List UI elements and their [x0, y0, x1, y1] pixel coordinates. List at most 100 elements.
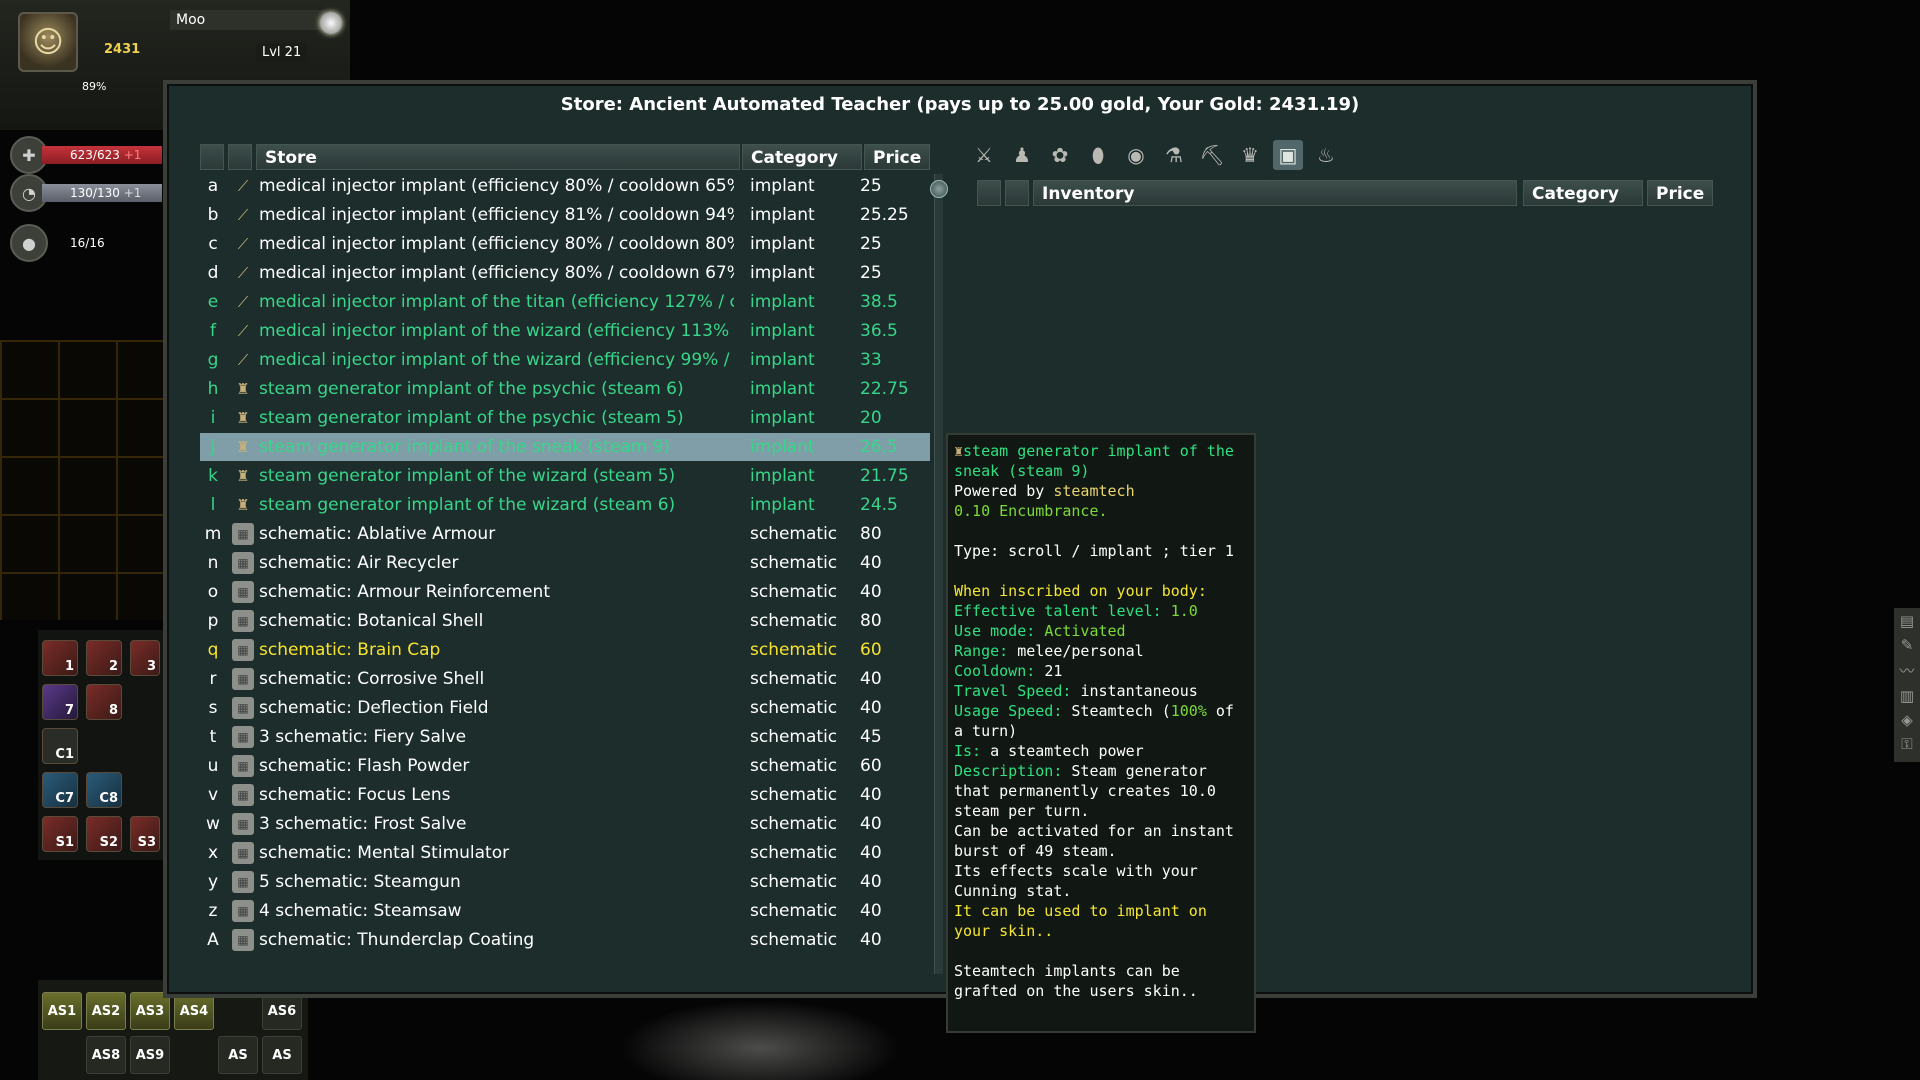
quill-icon[interactable]: ✎	[1901, 636, 1914, 654]
store-scrollbar[interactable]	[930, 174, 948, 974]
item-hotkey-letter: n	[207, 553, 219, 573]
inventory-select-header[interactable]	[977, 180, 1001, 206]
item-price: 25	[860, 234, 882, 254]
potion-filter-icon[interactable]: ⚗	[1159, 140, 1189, 170]
store-item-row[interactable]: m ▦ schematic: Ablative Armour schematic 80	[200, 520, 930, 548]
action-slot[interactable]: AS	[218, 1036, 258, 1074]
item-category: implant	[750, 466, 815, 486]
store-item-row[interactable]: p ▦ schematic: Botanical Shell schematic 80	[200, 607, 930, 635]
eye-filter-icon[interactable]: ◉	[1121, 140, 1151, 170]
light-glow	[620, 1000, 900, 1080]
store-item-row[interactable]: t ▦ 3 schematic: Fiery Salve schematic 45	[200, 723, 930, 751]
scroll-knob[interactable]	[930, 180, 948, 198]
item-price: 80	[860, 524, 882, 544]
action-slot[interactable]: AS	[262, 1036, 302, 1074]
status-orb-icon[interactable]	[320, 12, 342, 34]
store-item-row[interactable]: j ♜ steam generator implant of the sneak (…	[200, 433, 930, 461]
implant-filter-icon[interactable]: ▣	[1273, 140, 1303, 170]
book-icon[interactable]: ▥	[1900, 687, 1914, 705]
gem-filter-icon[interactable]: ✿	[1045, 140, 1075, 170]
store-category-header[interactable]: Category	[742, 144, 862, 170]
store-item-row[interactable]: n ▦ schematic: Air Recycler schematic 40	[200, 549, 930, 577]
item-name: 3 schematic: Frost Salve	[259, 814, 467, 834]
item-price: 60	[860, 640, 882, 660]
feather-icon[interactable]: 〰	[1899, 660, 1914, 681]
action-slot[interactable]: AS2	[86, 992, 126, 1030]
store-item-row[interactable]: z ▦ 4 schematic: Steamsaw schematic 40	[200, 897, 930, 925]
hotkey-slot[interactable]: 7	[42, 684, 78, 720]
action-slot[interactable]: AS8	[86, 1036, 126, 1074]
tooltip-text: Powered by	[954, 482, 1054, 500]
hotkey-slot[interactable]: 1	[42, 640, 78, 676]
hotkey-slot[interactable]: C8	[86, 772, 122, 808]
tooltip-line: Travel Speed: instantaneous	[954, 681, 1248, 701]
experience-percent: 89%	[82, 80, 107, 93]
store-name-header[interactable]: Store	[256, 144, 740, 170]
item-hotkey-letter: f	[210, 321, 216, 341]
store-item-row[interactable]: d ⟋ medical injector implant (efficiency 8…	[200, 259, 930, 287]
store-item-row[interactable]: u ▦ schematic: Flash Powder schematic 60	[200, 752, 930, 780]
hotkey-slot[interactable]: 2	[86, 640, 122, 676]
item-price: 40	[860, 669, 882, 689]
store-item-row[interactable]: A ▦ schematic: Thunderclap Coating schemati…	[200, 926, 930, 954]
gem-icon[interactable]: ◈	[1901, 711, 1913, 729]
store-item-row[interactable]: g ⟋ medical injector implant of the wizard…	[200, 346, 930, 374]
store-item-row[interactable]: h ♜ steam generator implant of the psychic…	[200, 375, 930, 403]
hotkey-slot[interactable]: C7	[42, 772, 78, 808]
hotkey-slot[interactable]: 8	[86, 684, 122, 720]
store-item-row[interactable]: w ▦ 3 schematic: Frost Salve schematic 40	[200, 810, 930, 838]
action-slot[interactable]: AS9	[130, 1036, 170, 1074]
action-slot[interactable]: AS1	[42, 992, 82, 1030]
trophy-filter-icon[interactable]: ♛	[1235, 140, 1265, 170]
item-name: steam generator implant of the wizard (s…	[259, 466, 676, 486]
tool-filter-icon[interactable]: ⛏	[1197, 140, 1227, 170]
tooltip-line: When inscribed on your body:	[954, 581, 1248, 601]
item-name: medical injector implant of the titan (e…	[259, 292, 734, 312]
inventory-price-header[interactable]: Price	[1647, 180, 1713, 206]
store-item-row[interactable]: l ♜ steam generator implant of the wizard …	[200, 491, 930, 519]
store-item-row[interactable]: y ▦ 5 schematic: Steamgun schematic 40	[200, 868, 930, 896]
store-item-row[interactable]: x ▦ schematic: Mental Stimulator schematic 4…	[200, 839, 930, 867]
item-hotkey-letter: A	[207, 930, 219, 950]
tooltip-line: Is: a steamtech power	[954, 741, 1248, 761]
player-portrait[interactable]: ☺	[18, 12, 78, 72]
tooltip-line: Powered by steamtech	[954, 481, 1248, 501]
hotkey-slot[interactable]: S2	[86, 816, 122, 852]
store-item-row[interactable]: r ▦ schematic: Corrosive Shell schematic 40	[200, 665, 930, 693]
hotkey-slot[interactable]: S3	[130, 816, 160, 852]
weapon-filter-icon[interactable]: ⚔	[969, 140, 999, 170]
store-item-row[interactable]: b ⟋ medical injector implant (efficiency 8…	[200, 201, 930, 229]
store-item-row[interactable]: i ♜ steam generator implant of the psychic…	[200, 404, 930, 432]
store-item-row[interactable]: q ▦ schematic: Brain Cap schematic 60	[200, 636, 930, 664]
lock-icon[interactable]: ⚿	[1901, 735, 1912, 753]
select-column-header[interactable]	[200, 144, 224, 170]
scroll-icon[interactable]: ▤	[1900, 612, 1914, 630]
charm-filter-icon[interactable]: ⬮	[1083, 140, 1113, 170]
hotkey-slot[interactable]: S1	[42, 816, 78, 852]
hotkey-slot[interactable]: 3	[130, 640, 160, 676]
store-price-header[interactable]: Price	[864, 144, 930, 170]
inventory-category-header[interactable]: Category	[1523, 180, 1643, 206]
store-item-row[interactable]: v ▦ schematic: Focus Lens schematic 40	[200, 781, 930, 809]
store-item-row[interactable]: s ▦ schematic: Deflection Field schematic 40	[200, 694, 930, 722]
store-item-row[interactable]: a ⟋ medical injector implant (efficiency 8…	[200, 172, 930, 200]
store-item-row[interactable]: o ▦ schematic: Armour Reinforcement schemat…	[200, 578, 930, 606]
store-item-row[interactable]: e ⟋ medical injector implant of the titan …	[200, 288, 930, 316]
item-category: schematic	[750, 524, 838, 544]
item-category: schematic	[750, 698, 838, 718]
armour-filter-icon[interactable]: ♟	[1007, 140, 1037, 170]
item-name: schematic: Armour Reinforcement	[259, 582, 551, 602]
item-name: 4 schematic: Steamsaw	[259, 901, 462, 921]
store-item-row[interactable]: f ⟋ medical injector implant of the wizard…	[200, 317, 930, 345]
tooltip-line: Range: melee/personal	[954, 641, 1248, 661]
store-item-row[interactable]: c ⟋ medical injector implant (efficiency 8…	[200, 230, 930, 258]
hotkey-slot[interactable]: C1	[42, 728, 78, 764]
inventory-icon-header[interactable]	[1005, 180, 1029, 206]
misc-filter-icon[interactable]: ♨	[1311, 140, 1341, 170]
store-item-row[interactable]: k ♜ steam generator implant of the wizard …	[200, 462, 930, 490]
item-hotkey-letter: o	[207, 582, 219, 602]
inventory-name-header[interactable]: Inventory	[1033, 180, 1517, 206]
icon-column-header[interactable]	[228, 144, 252, 170]
schematic-icon: ▦	[232, 581, 254, 603]
tooltip-line: Cooldown: 21	[954, 661, 1248, 681]
